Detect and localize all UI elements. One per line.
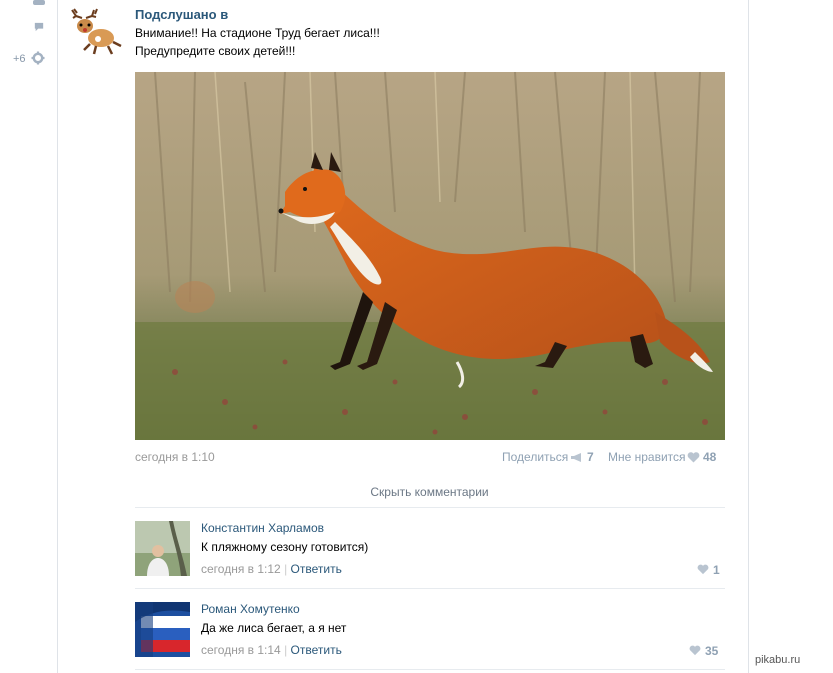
meta-separator: | xyxy=(284,643,288,657)
post-author[interactable]: Подслушано в xyxy=(135,7,228,22)
heart-icon[interactable] xyxy=(697,564,709,575)
heart-icon[interactable] xyxy=(687,452,700,463)
divider xyxy=(135,669,725,670)
comment-meta: сегодня в 1:14 | Ответить xyxy=(201,643,342,657)
post-photo[interactable] xyxy=(135,72,725,440)
hide-comments-link[interactable]: Скрыть комментарии xyxy=(0,485,833,499)
post-text-line-2: Предупредите своих детей!!! xyxy=(135,44,296,58)
comment-text: К пляжному сезону готовится) xyxy=(201,540,369,554)
comment-like-count[interactable]: 35 xyxy=(705,644,718,658)
reply-button[interactable]: Ответить xyxy=(291,562,342,576)
comment-meta: сегодня в 1:12 | Ответить xyxy=(201,562,342,576)
post-timestamp[interactable]: сегодня в 1:10 xyxy=(135,450,215,464)
reply-button[interactable]: Ответить xyxy=(291,643,342,657)
comment-timestamp[interactable]: сегодня в 1:14 xyxy=(201,643,281,657)
commenter-avatar[interactable] xyxy=(135,602,190,657)
comment-text: Да же лиса бегает, а я нет xyxy=(201,621,347,635)
like-button[interactable]: Мне нравится xyxy=(608,450,686,464)
comment-timestamp[interactable]: сегодня в 1:12 xyxy=(201,562,281,576)
divider xyxy=(135,507,725,508)
post-text-line-1: Внимание!! На стадионе Труд бегает лиса!… xyxy=(135,26,380,40)
comment-author[interactable]: Константин Харламов xyxy=(201,521,324,535)
like-count[interactable]: 48 xyxy=(703,450,716,464)
comment-like-count[interactable]: 1 xyxy=(713,563,720,577)
comment-author[interactable]: Роман Хомутенко xyxy=(201,602,300,616)
left-divider xyxy=(57,0,58,673)
watermark: pikabu.ru xyxy=(755,654,801,666)
megaphone-icon[interactable] xyxy=(570,452,584,463)
comment-icon[interactable] xyxy=(33,22,45,32)
photo-icon[interactable] xyxy=(33,0,45,5)
group-avatar[interactable] xyxy=(68,6,124,56)
left-sidebar xyxy=(0,0,57,673)
divider xyxy=(135,588,725,589)
more-count[interactable]: +6 xyxy=(13,53,26,65)
commenter-avatar[interactable] xyxy=(135,521,190,576)
right-divider xyxy=(748,0,749,673)
gear-icon[interactable] xyxy=(31,51,45,65)
share-count[interactable]: 7 xyxy=(587,450,594,464)
meta-separator: | xyxy=(284,562,288,576)
share-button[interactable]: Поделиться xyxy=(502,450,568,464)
heart-icon[interactable] xyxy=(689,645,701,656)
